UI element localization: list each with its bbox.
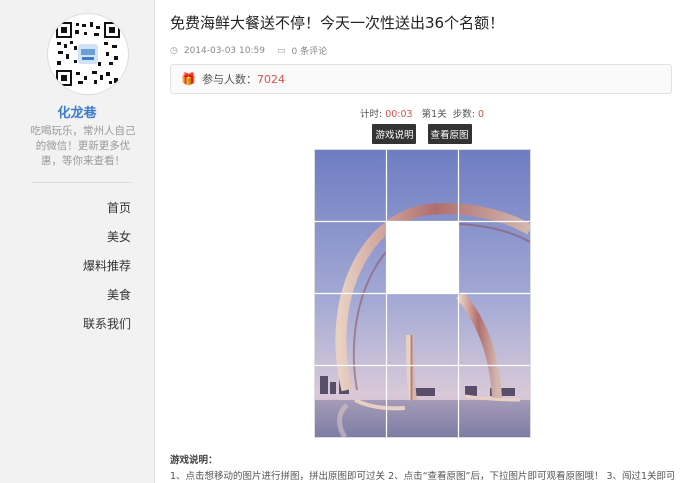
timer-value: 00:03: [385, 109, 413, 120]
level-label: 第1关: [421, 109, 447, 120]
comment-count[interactable]: 0 条评论: [291, 44, 327, 57]
post-title: 免费海鲜大餐送不停！今天一次性送出36个名额！: [170, 14, 505, 32]
participants-label: 参与人数：: [201, 73, 257, 86]
game-buttons: 游戏说明 查看原图: [170, 123, 674, 144]
instructions-text: 1、点击想移动的图片进行拼图，拼出原图即可过关 2、点击“查看原图”后，下拉图片…: [170, 471, 674, 482]
site-name[interactable]: 化龙巷: [0, 102, 154, 121]
nav-item-recommend[interactable]: 爆料推荐: [0, 256, 131, 285]
comment-icon: ▭: [276, 45, 286, 56]
gift-icon: 🎁: [181, 72, 196, 86]
puzzle-board: [314, 149, 533, 439]
steps-value: 0: [477, 109, 485, 120]
post-date: 2014-03-03 10:59: [183, 45, 265, 56]
sidebar-nav: 首页 美女 爆料推荐 美食 联系我们: [0, 198, 131, 343]
participants-box: 🎁 参与人数： 7024: [170, 64, 672, 94]
steps-label: 步数:: [452, 109, 475, 120]
nav-item-contact[interactable]: 联系我们: [0, 314, 131, 343]
participants-count: 7024: [256, 72, 285, 86]
puzzle-image: [315, 150, 533, 439]
instructions-button[interactable]: 游戏说明: [372, 124, 417, 144]
main-content: 免费海鲜大餐送不停！今天一次性送出36个名额！ ◷ 2014-03-03 10:…: [170, 0, 674, 483]
site-description: 吃喝玩乐，常州人自己的微信！更新更多优惠，等你来查看！: [30, 125, 136, 167]
qr-code-image: [48, 14, 128, 94]
nav-item-food[interactable]: 美食: [0, 285, 131, 314]
instructions-title: 游戏说明：: [170, 455, 218, 466]
sidebar-divider: [32, 182, 132, 183]
clock-icon: ◷: [170, 45, 178, 56]
sidebar: 化龙巷 吃喝玩乐，常州人自己的微信！更新更多优惠，等你来查看！ 首页 美女 爆料…: [0, 0, 155, 483]
timer-label: 计时:: [359, 109, 383, 120]
game-stats: 计时: 00:03 第1关 步数: 0: [170, 106, 674, 120]
nav-item-home[interactable]: 首页: [0, 198, 131, 227]
view-original-button[interactable]: 查看原图: [427, 124, 472, 144]
post-meta: ◷ 2014-03-03 10:59 ▭ 0 条评论: [170, 44, 327, 58]
nav-item-beauty[interactable]: 美女: [0, 227, 131, 256]
qr-code-icon: [54, 20, 122, 88]
